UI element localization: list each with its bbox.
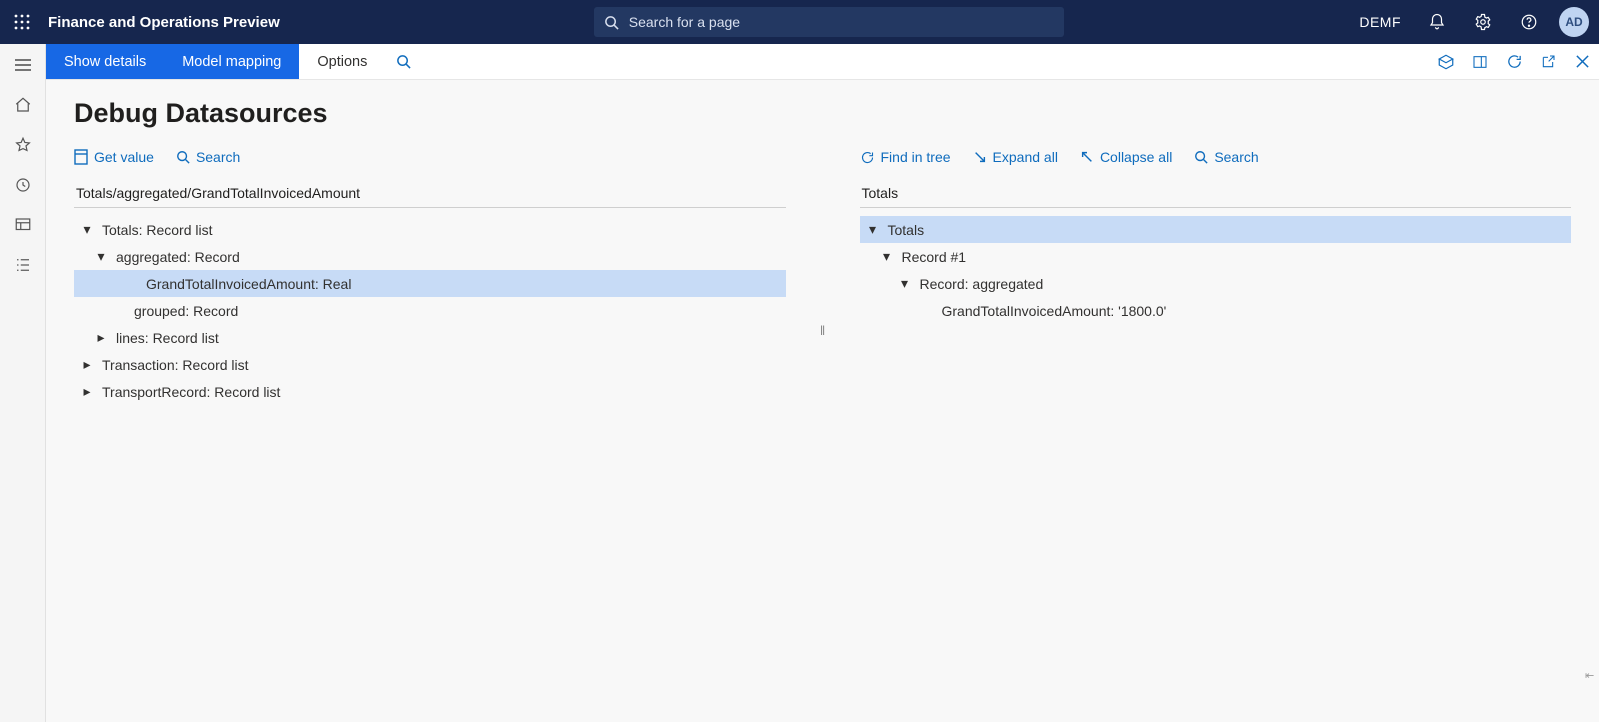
tree-node-selected[interactable]: ▾Totals: [860, 216, 1572, 243]
tree-node-selected[interactable]: GrandTotalInvoicedAmount: Real: [74, 270, 786, 297]
attachments-icon[interactable]: [1429, 44, 1463, 79]
popout-icon[interactable]: [1531, 44, 1565, 79]
recent-icon[interactable]: [5, 170, 41, 200]
tree-node[interactable]: ▸lines: Record list: [74, 324, 786, 351]
workspaces-icon[interactable]: [5, 210, 41, 240]
company-picker[interactable]: DEMF: [1353, 14, 1407, 30]
global-nav: Finance and Operations Preview DEMF AD: [0, 0, 1599, 44]
caret-right-icon[interactable]: ▸: [94, 331, 108, 345]
collapse-right-icon[interactable]: ⇤: [1585, 669, 1597, 682]
datasource-toolbar: Get value Search: [74, 143, 786, 171]
caret-down-icon[interactable]: ▾: [94, 250, 108, 264]
home-icon[interactable]: [5, 90, 41, 120]
result-search-button[interactable]: Search: [1194, 149, 1258, 165]
tab-model-mapping[interactable]: Model mapping: [164, 44, 299, 79]
page-title: Debug Datasources: [74, 98, 1571, 129]
favorites-icon[interactable]: [5, 130, 41, 160]
caret-down-icon[interactable]: ▾: [80, 223, 94, 237]
tree-node[interactable]: ▸TransportRecord: Record list: [74, 378, 786, 405]
collapse-icon: [1080, 150, 1094, 164]
expand-all-button[interactable]: Expand all: [973, 149, 1058, 165]
tab-show-details[interactable]: Show details: [46, 44, 164, 79]
caret-down-icon[interactable]: ▾: [898, 277, 912, 291]
nav-toggle-icon[interactable]: [5, 50, 41, 80]
pane-splitter[interactable]: ‖: [820, 143, 826, 722]
help-icon[interactable]: [1513, 6, 1545, 38]
caret-down-icon[interactable]: ▾: [880, 250, 894, 264]
collapse-all-button[interactable]: Collapse all: [1080, 149, 1172, 165]
tab-options[interactable]: Options: [299, 44, 385, 79]
datasource-tree: ▾Totals: Record list ▾aggregated: Record…: [74, 216, 786, 405]
search-icon: [176, 150, 190, 164]
get-value-button[interactable]: Get value: [74, 149, 154, 165]
tree-leaf-value[interactable]: GrandTotalInvoicedAmount: '1800.0': [860, 297, 1572, 324]
action-search-icon[interactable]: [385, 44, 421, 79]
result-pane: Find in tree Expand all Collapse all: [860, 143, 1572, 722]
modules-icon[interactable]: [5, 250, 41, 280]
tree-node[interactable]: grouped: Record: [74, 297, 786, 324]
expand-icon: [973, 150, 987, 164]
action-bar: Show details Model mapping Options: [46, 44, 1599, 80]
caret-right-icon[interactable]: ▸: [80, 385, 94, 399]
caret-right-icon[interactable]: ▸: [80, 358, 94, 372]
tree-node[interactable]: ▾Totals: Record list: [74, 216, 786, 243]
result-toolbar: Find in tree Expand all Collapse all: [860, 143, 1572, 171]
global-search[interactable]: [594, 7, 1064, 37]
tree-node[interactable]: ▾aggregated: Record: [74, 243, 786, 270]
search-icon: [1194, 150, 1208, 164]
result-tree: ▾Totals ▾Record #1 ▾Record: aggregated G…: [860, 216, 1572, 324]
tree-node[interactable]: ▾Record #1: [860, 243, 1572, 270]
global-search-input[interactable]: [627, 13, 1054, 31]
tree-node[interactable]: ▸Transaction: Record list: [74, 351, 786, 378]
search-icon: [604, 15, 619, 30]
left-rail: [0, 44, 46, 722]
app-launcher-icon[interactable]: [10, 10, 34, 34]
refresh-icon: [860, 150, 875, 165]
result-path[interactable]: Totals: [860, 181, 1572, 208]
datasource-pane: Get value Search Totals/aggregated/Grand…: [74, 143, 786, 722]
caret-down-icon[interactable]: ▾: [866, 223, 880, 237]
open-side-panel-icon[interactable]: [1463, 44, 1497, 79]
tree-node[interactable]: ▾Record: aggregated: [860, 270, 1572, 297]
notifications-icon[interactable]: [1421, 6, 1453, 38]
find-in-tree-button[interactable]: Find in tree: [860, 149, 951, 165]
brand-title: Finance and Operations Preview: [48, 14, 280, 31]
datasource-path[interactable]: Totals/aggregated/GrandTotalInvoicedAmou…: [74, 181, 786, 208]
refresh-icon[interactable]: [1497, 44, 1531, 79]
calculator-icon: [74, 149, 88, 165]
datasource-search-button[interactable]: Search: [176, 149, 240, 165]
close-icon[interactable]: [1565, 44, 1599, 79]
settings-icon[interactable]: [1467, 6, 1499, 38]
user-avatar[interactable]: AD: [1559, 7, 1589, 37]
